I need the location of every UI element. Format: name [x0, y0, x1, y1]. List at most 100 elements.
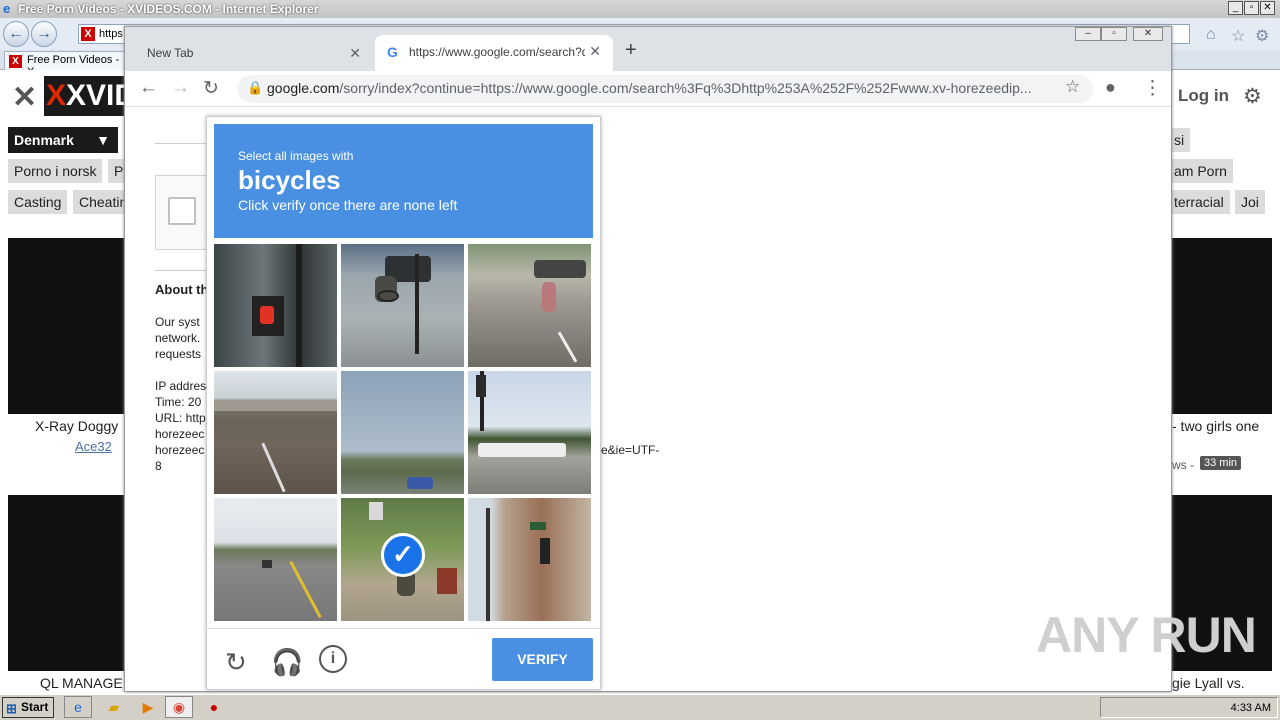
windows-flag-icon: ⊞: [6, 701, 17, 716]
xvideos-favicon-icon: X: [81, 27, 95, 41]
home-icon[interactable]: ⌂: [1206, 26, 1216, 44]
tile-crosswalk-signal[interactable]: [214, 244, 337, 367]
tile-cyclist-sidewalk[interactable]: ✓: [341, 498, 464, 621]
profile-avatar-icon[interactable]: ●: [1105, 77, 1116, 98]
start-button[interactable]: ⊞ Start: [2, 697, 54, 718]
info-url-4: 8: [155, 459, 162, 473]
forward-arrow-icon[interactable]: →: [171, 77, 190, 99]
video-title-1[interactable]: X-Ray Doggy: [35, 418, 118, 434]
country-selector[interactable]: Denmark ▼: [8, 127, 118, 153]
chrome-close-button[interactable]: ✕: [1133, 27, 1163, 41]
xvideos-logo[interactable]: XXVID: [44, 76, 124, 116]
video-thumb-1[interactable]: [8, 238, 124, 414]
chrome-taskbar-icon[interactable]: ◉: [165, 696, 193, 718]
video-title-3[interactable]: QL MANAGE: [40, 675, 123, 691]
video-thumb-3[interactable]: [8, 495, 124, 671]
explorer-folder-icon[interactable]: ▰: [100, 696, 128, 718]
omnibox-host: google.com: [267, 80, 340, 96]
google-favicon-icon: G: [387, 44, 398, 60]
new-tab-plus-icon[interactable]: +: [625, 39, 637, 62]
video-title-4[interactable]: gie Lyall vs.: [1172, 675, 1245, 691]
video-uploader-1[interactable]: Ace32: [75, 439, 112, 454]
chrome-maximize-button[interactable]: ▫: [1101, 27, 1127, 41]
verify-button[interactable]: VERIFY: [492, 638, 593, 681]
chrome-tab-new-tab[interactable]: New Tab ✕: [133, 37, 373, 71]
bookmark-star-icon[interactable]: ☆: [1065, 77, 1080, 97]
tab-close-icon[interactable]: ✕: [349, 45, 361, 62]
audio-challenge-headphones-icon[interactable]: 🎧: [271, 647, 303, 678]
ie-title-bar: e Free Porn Videos - XVIDEOS.COM - Inter…: [0, 0, 1280, 18]
clock-time: 4:33 AM: [1230, 702, 1271, 714]
tile-field[interactable]: [341, 371, 464, 494]
about-heading: About th: [155, 282, 209, 297]
tile-building-corner[interactable]: [468, 498, 591, 621]
tag-right-3[interactable]: terracial: [1172, 190, 1230, 214]
menu-dots-icon[interactable]: ⋮: [1143, 77, 1162, 100]
car: [407, 477, 433, 489]
info-url-tail: e&ie=UTF-: [601, 443, 660, 457]
info-time: Time: 20: [155, 395, 202, 409]
video-thumb-2[interactable]: [1172, 238, 1272, 414]
ie-tab[interactable]: X Free Porn Videos - X: [4, 51, 126, 78]
favorites-star-icon[interactable]: ☆: [1231, 26, 1245, 46]
bridge-deck: [214, 401, 337, 411]
traffic-light: [476, 375, 486, 397]
info-ip: IP addres: [155, 379, 207, 393]
tab-close-icon[interactable]: ✕: [585, 43, 601, 60]
about-line-1: Our syst: [155, 315, 200, 329]
tile-cyclist-lane[interactable]: [468, 244, 591, 367]
tile-intersection[interactable]: [468, 371, 591, 494]
info-url: URL: http: [155, 411, 206, 425]
chrome-minimize-button[interactable]: –: [1075, 27, 1101, 41]
system-tray: 4:33 AM: [1100, 697, 1278, 718]
about-line-3: requests: [155, 347, 202, 361]
ie-maximize-button[interactable]: ▫: [1244, 1, 1259, 15]
recaptcha-challenge: Select all images with bicycles Click ve…: [206, 116, 601, 690]
reload-challenge-icon[interactable]: ↻: [225, 647, 247, 678]
settings-gear-icon[interactable]: ⚙: [1243, 84, 1262, 109]
back-arrow-icon[interactable]: ←: [139, 77, 158, 99]
lane-line: [261, 442, 286, 493]
logo-text: XVID: [66, 79, 124, 112]
tile-overpass[interactable]: [214, 371, 337, 494]
tag-right-1[interactable]: si: [1172, 128, 1191, 152]
ie-window-title: Free Porn Videos - XVIDEOS.COM - Interne…: [18, 2, 319, 16]
tag-p[interactable]: P: [108, 159, 124, 183]
challenge-prompt: Select all images with: [238, 149, 354, 163]
omnibox[interactable]: 🔒 google.com/sorry/index?continue=https:…: [237, 75, 1093, 103]
info-icon[interactable]: i: [319, 645, 347, 673]
lane-line: [557, 331, 578, 363]
im-not-robot-checkbox[interactable]: [168, 197, 196, 225]
tag-cheating[interactable]: Cheatin: [73, 190, 124, 214]
tag-joi[interactable]: Joi: [1235, 190, 1265, 214]
ie-taskbar-icon[interactable]: e: [64, 696, 92, 718]
tab-label: New Tab: [147, 46, 194, 60]
about-line-2: network.: [155, 331, 201, 345]
info-url-3: horezeec: [155, 443, 205, 457]
start-label: Start: [21, 700, 49, 714]
chrome-tab-google[interactable]: G https://www.google.com/search?q= ✕: [375, 35, 613, 71]
tools-gear-icon[interactable]: ⚙: [1255, 26, 1269, 46]
ie-back-icon[interactable]: ←: [3, 21, 29, 47]
tile-cyclist-street[interactable]: [341, 244, 464, 367]
tab-label: https://www.google.com/search?q=: [409, 45, 596, 59]
menu-close-icon[interactable]: ✕: [12, 80, 37, 115]
ie-forward-icon[interactable]: →: [31, 21, 57, 47]
opera-stop-icon[interactable]: ●: [200, 696, 228, 718]
parking-sign: [369, 502, 383, 520]
ie-minimize-button[interactable]: _: [1228, 1, 1243, 15]
divider-top: [155, 143, 207, 144]
video-title-2[interactable]: - two girls one: [1172, 418, 1259, 434]
login-link[interactable]: Log in: [1178, 86, 1229, 106]
challenge-footer-divider: [207, 628, 600, 629]
cyclist: [542, 282, 556, 312]
cars: [478, 443, 566, 457]
media-player-icon[interactable]: ▶: [134, 696, 162, 718]
ie-close-button[interactable]: ✕: [1260, 1, 1275, 15]
tab-favicon-icon: X: [9, 55, 22, 68]
reload-icon[interactable]: ↻: [203, 77, 219, 100]
tile-road[interactable]: [214, 498, 337, 621]
tag-right-2[interactable]: am Porn: [1172, 159, 1233, 183]
tag-porno-i-norsk[interactable]: Porno i norsk: [8, 159, 103, 183]
tag-casting[interactable]: Casting: [8, 190, 68, 214]
